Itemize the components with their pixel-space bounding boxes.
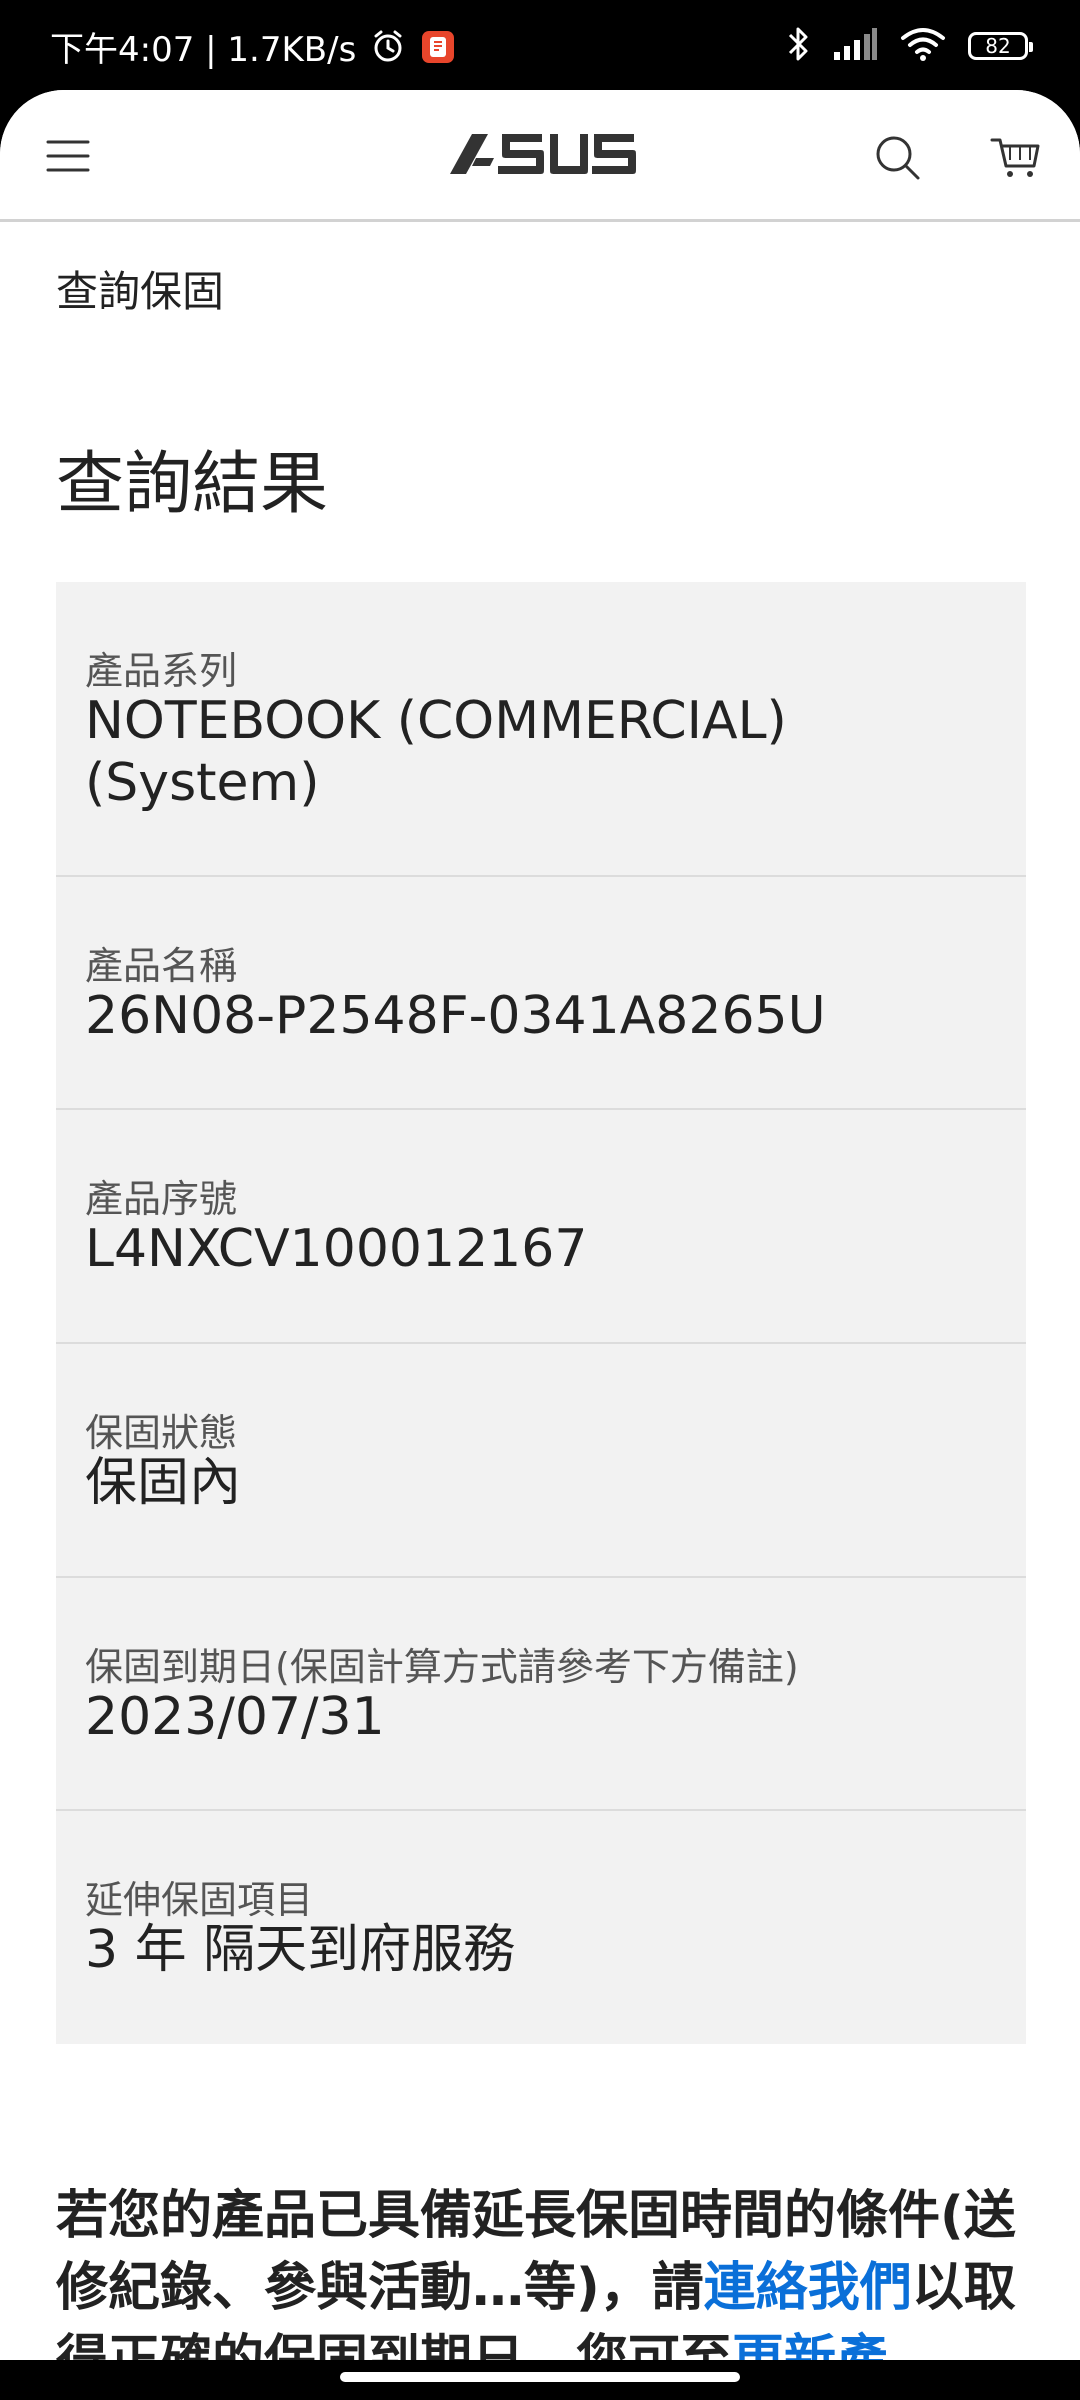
status-bar: 下午4:07 | 1.7KB/s 82 bbox=[0, 0, 1080, 92]
contact-us-link[interactable]: 連絡我們 bbox=[704, 2258, 912, 2318]
status-right: 82 bbox=[786, 24, 1033, 68]
result-row-product-name: 產品名稱 26N08-P2548F-0341A8265U bbox=[56, 877, 1026, 1110]
hamburger-menu-icon[interactable] bbox=[46, 136, 90, 176]
signal-icon bbox=[832, 26, 878, 66]
result-row-warranty-status: 保固狀態 保固內 bbox=[56, 1344, 1026, 1578]
result-row-serial-number: 產品序號 L4NXCV100012167 bbox=[56, 1110, 1026, 1344]
battery-icon: 82 bbox=[968, 32, 1033, 60]
search-icon[interactable] bbox=[870, 130, 926, 186]
page-title: 查詢結果 bbox=[56, 445, 329, 524]
row-label: 保固狀態 bbox=[85, 1411, 238, 1455]
status-left: 下午4:07 | 1.7KB/s bbox=[50, 26, 456, 70]
update-link[interactable]: 更新產 bbox=[732, 2330, 888, 2360]
row-label: 產品序號 bbox=[85, 1177, 238, 1221]
row-label: 產品名稱 bbox=[85, 944, 238, 988]
row-value: L4NXCV100012167 bbox=[85, 1219, 588, 1279]
warranty-result-card: 產品系列 NOTEBOOK (COMMERCIAL) (System) 產品名稱… bbox=[56, 582, 1026, 2044]
result-row-expiry-date: 保固到期日(保固計算方式請參考下方備註) 2023/07/31 bbox=[56, 1578, 1026, 1811]
battery-level: 82 bbox=[985, 34, 1011, 58]
row-label: 產品系列 bbox=[85, 649, 238, 693]
row-label: 延伸保固項目 bbox=[85, 1878, 314, 1922]
page: 查詢保固 查詢結果 產品系列 NOTEBOOK (COMMERCIAL) (Sy… bbox=[0, 90, 1080, 2360]
row-value: 3 年 隔天到府服務 bbox=[85, 1920, 516, 1980]
row-value: 2023/07/31 bbox=[85, 1687, 385, 1747]
result-row-extended-warranty: 延伸保固項目 3 年 隔天到府服務 bbox=[56, 1811, 1026, 2044]
row-value: NOTEBOOK (COMMERCIAL) (System) bbox=[85, 691, 787, 813]
asus-logo[interactable] bbox=[442, 130, 638, 176]
bluetooth-icon bbox=[786, 25, 810, 67]
row-value: 26N08-P2548F-0341A8265U bbox=[85, 986, 826, 1046]
cart-icon[interactable] bbox=[988, 130, 1044, 186]
app-notification-icon bbox=[420, 27, 456, 65]
breadcrumb[interactable]: 查詢保固 bbox=[56, 258, 224, 319]
status-time-speed: 下午4:07 | 1.7KB/s bbox=[50, 29, 357, 70]
home-indicator[interactable] bbox=[340, 2372, 740, 2382]
warranty-notice: 若您的產品已具備延長保固時間的條件(送修紀錄、參與活動…等)，請連絡我們以取得正… bbox=[56, 2180, 1026, 2360]
result-row-product-series: 產品系列 NOTEBOOK (COMMERCIAL) (System) bbox=[56, 582, 1026, 877]
alarm-icon bbox=[370, 28, 406, 64]
site-header bbox=[0, 90, 1080, 222]
wifi-icon bbox=[900, 26, 946, 66]
row-label: 保固到期日(保固計算方式請參考下方備註) bbox=[85, 1645, 799, 1689]
row-value: 保固內 bbox=[85, 1453, 242, 1513]
system-nav-bar bbox=[0, 2360, 1080, 2400]
